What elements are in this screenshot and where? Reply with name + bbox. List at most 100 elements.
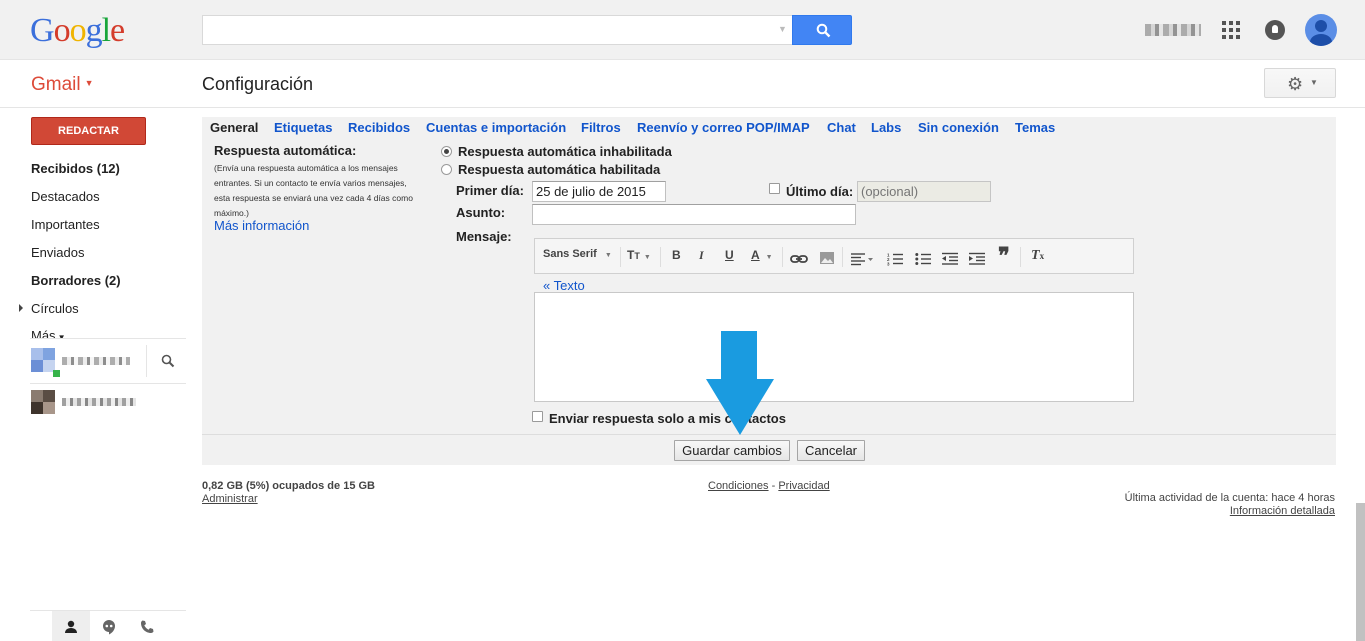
font-family-value: Sans Serif xyxy=(543,248,597,260)
nav-item-inbox[interactable]: Recibidos (12) xyxy=(31,161,120,176)
tab-accounts[interactable]: Cuentas e importación xyxy=(426,120,566,135)
plain-text-link[interactable]: « Texto xyxy=(543,278,585,293)
last-activity: Última actividad de la cuenta: hace 4 ho… xyxy=(1124,492,1335,504)
last-day-input[interactable] xyxy=(857,181,991,202)
svg-text:3: 3 xyxy=(887,262,890,267)
last-day-checkbox[interactable] xyxy=(769,183,780,194)
avatar[interactable] xyxy=(1305,14,1337,46)
save-button[interactable]: Guardar cambios xyxy=(674,440,790,461)
italic-icon[interactable]: I xyxy=(699,248,704,266)
google-logo[interactable]: Google xyxy=(30,12,125,50)
image-icon[interactable] xyxy=(819,249,835,267)
indent-less-icon[interactable] xyxy=(942,250,958,268)
tab-filters[interactable]: Filtros xyxy=(581,120,621,135)
footer-separator: - xyxy=(771,480,776,492)
message-editor[interactable] xyxy=(534,292,1134,402)
nav-item-starred[interactable]: Destacados xyxy=(31,189,100,204)
nav-item-circles[interactable]: Círculos xyxy=(31,301,79,316)
settings-button[interactable]: ⚙ ▼ xyxy=(1264,68,1336,98)
divider xyxy=(30,338,186,339)
chat-contact-avatar[interactable] xyxy=(31,348,60,377)
top-bar: Google ▼ xyxy=(0,0,1365,60)
expand-triangle-icon[interactable] xyxy=(19,304,23,312)
tab-offline[interactable]: Sin conexión xyxy=(918,120,999,135)
indent-more-icon[interactable] xyxy=(969,250,985,268)
storage-usage: 0,82 GB (5%) ocupados de 15 GB xyxy=(202,480,375,492)
more-info-link[interactable]: Más información xyxy=(214,218,309,233)
search-options-caret-icon[interactable]: ▼ xyxy=(778,24,787,34)
cancel-button[interactable]: Cancelar xyxy=(797,440,865,461)
logo-letter: e xyxy=(110,12,125,49)
tab-forwarding[interactable]: Reenvío y correo POP/IMAP xyxy=(637,120,810,135)
numbered-list-icon[interactable]: 123 xyxy=(887,250,903,268)
clear-formatting-icon[interactable]: Tx xyxy=(1031,248,1044,266)
chat-contact-avatar[interactable] xyxy=(31,390,55,414)
sub-header: Gmail ▼ Configuración ⚙ ▼ xyxy=(0,60,1365,108)
chat-search-button[interactable] xyxy=(146,345,186,377)
gear-icon: ⚙ xyxy=(1287,74,1304,94)
first-day-input[interactable] xyxy=(532,181,666,202)
nav-item-sent[interactable]: Enviados xyxy=(31,245,84,260)
contacts-only-checkbox[interactable] xyxy=(532,411,543,422)
last-day-label: Último día: xyxy=(786,184,854,199)
tab-labels[interactable]: Etiquetas xyxy=(274,120,333,135)
bold-icon[interactable]: B xyxy=(672,248,681,266)
details-link[interactable]: Información detallada xyxy=(1230,505,1335,517)
chat-contact-name-blurred[interactable] xyxy=(62,357,130,365)
quote-icon[interactable]: ❞ xyxy=(998,243,1010,268)
footer-links: Condiciones - Privacidad xyxy=(708,480,830,492)
font-size-icon[interactable]: TT ▼ xyxy=(627,248,651,266)
underline-icon[interactable]: U xyxy=(725,248,734,266)
tab-inbox[interactable]: Recibidos xyxy=(348,120,410,135)
toolbar-divider xyxy=(1020,247,1021,267)
radio-vacation-off-label[interactable]: Respuesta automática inhabilitada xyxy=(458,144,672,159)
tab-labs[interactable]: Labs xyxy=(871,120,901,135)
nav-item-more[interactable]: Más ▼ xyxy=(31,328,65,338)
vacation-description: (Envía una respuesta automática a los me… xyxy=(214,163,413,218)
chevron-down-icon: ▼ xyxy=(1310,78,1318,87)
font-family-select[interactable]: Sans Serif ▼ xyxy=(543,248,612,266)
link-icon[interactable] xyxy=(790,250,808,268)
annotation-arrow xyxy=(706,331,774,435)
privacy-link[interactable]: Privacidad xyxy=(778,480,829,492)
more-label: Más xyxy=(31,328,56,338)
align-icon[interactable] xyxy=(851,250,873,268)
chat-contact-name-blurred[interactable] xyxy=(62,398,136,406)
divider xyxy=(30,383,186,384)
toolbar-divider xyxy=(842,247,843,267)
gmail-menu[interactable]: Gmail ▼ xyxy=(31,74,94,96)
radio-vacation-on-label[interactable]: Respuesta automática habilitada xyxy=(458,162,660,177)
terms-link[interactable]: Condiciones xyxy=(708,480,769,492)
search-icon xyxy=(816,23,831,38)
nav-item-important[interactable]: Importantes xyxy=(31,217,100,232)
search-input[interactable] xyxy=(202,15,793,45)
apps-icon[interactable] xyxy=(1222,21,1240,39)
subject-label: Asunto: xyxy=(456,205,506,220)
manage-storage-link[interactable]: Administrar xyxy=(202,493,258,505)
radio-vacation-on[interactable] xyxy=(441,164,452,175)
logo-letter: g xyxy=(85,12,103,49)
tab-phone[interactable] xyxy=(128,611,166,641)
chevron-down-icon: ▼ xyxy=(604,252,612,259)
search-box: ▼ xyxy=(202,15,852,45)
tab-themes[interactable]: Temas xyxy=(1015,120,1055,135)
tab-hangouts[interactable] xyxy=(90,611,128,641)
tab-general[interactable]: General xyxy=(210,120,258,135)
text-color-icon[interactable]: A ▼ xyxy=(751,248,773,266)
toolbar-divider xyxy=(660,247,661,267)
bulleted-list-icon[interactable] xyxy=(915,250,931,268)
subject-input[interactable] xyxy=(532,204,856,225)
editor-toolbar: Sans Serif ▼ TT ▼ B I U A ▼ 123 ❞ Tx xyxy=(534,238,1134,274)
compose-button[interactable]: REDACTAR xyxy=(31,117,146,145)
search-button[interactable] xyxy=(792,15,852,45)
person-icon xyxy=(65,620,77,633)
account-name-blurred xyxy=(1145,24,1201,36)
tab-chat[interactable]: Chat xyxy=(827,120,856,135)
radio-vacation-off[interactable] xyxy=(441,146,452,157)
tab-contacts[interactable] xyxy=(52,611,90,641)
bell-icon[interactable] xyxy=(1265,20,1285,40)
settings-tabs: General Etiquetas Recibidos Cuentas e im… xyxy=(202,117,1336,140)
nav-item-drafts[interactable]: Borradores (2) xyxy=(31,273,121,288)
scrollbar[interactable] xyxy=(1356,503,1365,641)
logo-letter: l xyxy=(101,12,112,49)
